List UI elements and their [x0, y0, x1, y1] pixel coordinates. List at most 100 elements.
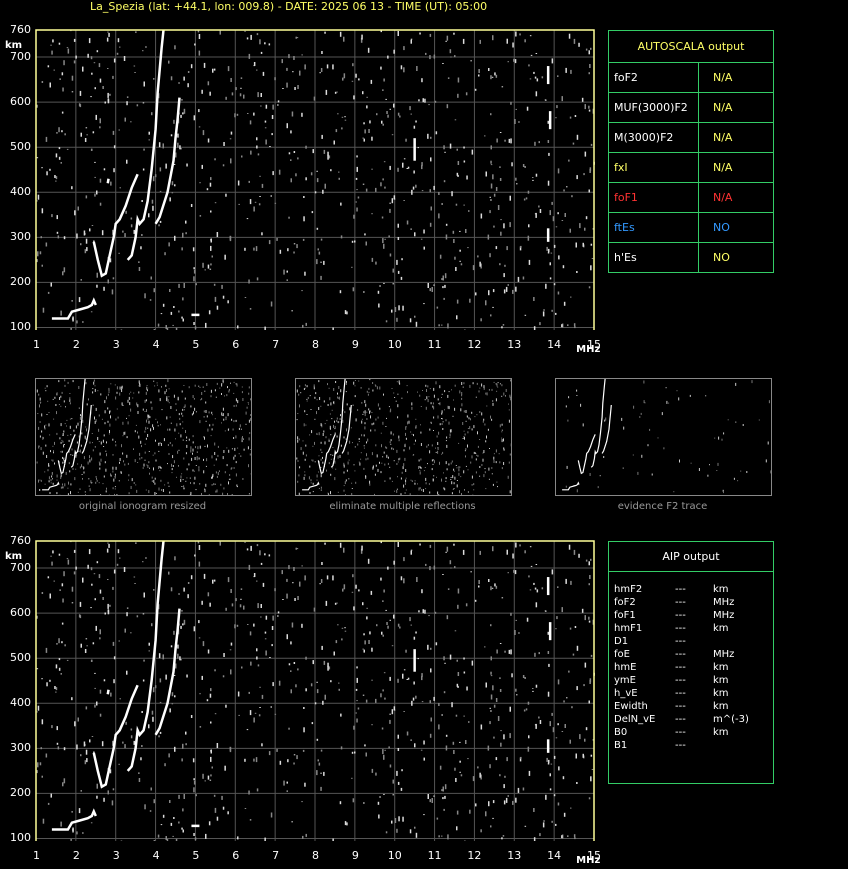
thumb-noise-echo — [226, 464, 228, 467]
thumb-noise-echo — [152, 424, 154, 428]
bottom-noise-echo — [410, 549, 413, 551]
bottom-noise-echo — [222, 675, 225, 678]
top-noise-echo — [528, 224, 530, 228]
bottom-noise-echo — [485, 811, 487, 817]
bottom-noise-echo — [148, 642, 150, 646]
top-noise-echo — [566, 186, 568, 188]
thumb-noise-echo — [476, 454, 478, 456]
thumb-noise-echo — [361, 418, 363, 420]
top-noise-echo — [95, 114, 97, 120]
thumb-noise-echo — [501, 431, 503, 433]
top-noise-echo — [553, 283, 556, 286]
top-noise-echo — [304, 64, 306, 70]
thumb-noise-echo — [479, 411, 481, 413]
thumb-noise-echo — [183, 385, 185, 386]
thumb-noise-echo — [115, 444, 117, 447]
top-noise-echo — [548, 248, 550, 252]
top-noise-echo — [119, 46, 121, 48]
top-noise-echo — [397, 223, 399, 228]
thumb-noise-echo — [566, 465, 568, 469]
bottom-noise-echo — [503, 800, 506, 805]
thumb-noise-echo — [223, 487, 225, 490]
top-noise-echo — [182, 297, 184, 301]
bottom-noise-echo — [64, 644, 66, 647]
top-noise-echo — [302, 324, 304, 328]
thumb-noise-echo — [98, 441, 100, 442]
top-noise-echo — [551, 58, 554, 64]
thumb-noise-echo — [175, 409, 177, 411]
top-noise-echo — [198, 34, 201, 39]
thumb-noise-echo — [492, 483, 494, 486]
thumb-noise-echo — [56, 432, 58, 435]
top-noise-echo — [507, 61, 509, 63]
thumb-noise-echo — [429, 388, 431, 390]
thumb-noise-echo — [153, 467, 154, 471]
top-noise-echo — [286, 279, 288, 281]
top-noise-echo — [457, 77, 460, 83]
top-noise-echo — [394, 307, 397, 312]
bottom-noise-echo — [442, 797, 444, 800]
thumb-noise-echo — [446, 444, 448, 448]
top-noise-echo — [397, 167, 399, 172]
bottom-noise-echo — [453, 750, 455, 754]
top-noise-echo — [551, 201, 553, 205]
thumb-noise-echo — [65, 406, 66, 408]
thumb-noise-echo — [51, 472, 53, 476]
bottom-noise-echo — [162, 654, 164, 660]
thumb-noise-echo — [352, 404, 354, 406]
thumb-noise-echo — [154, 492, 156, 495]
thumb-noise-echo — [467, 428, 469, 429]
top-noise-echo — [52, 39, 54, 43]
bottom-noise-echo — [384, 749, 386, 751]
thumb-noise-echo — [491, 467, 493, 469]
top-noise-echo — [76, 233, 78, 239]
bottom-noise-echo — [409, 617, 411, 622]
thumb-noise-echo — [679, 459, 680, 463]
thumb-noise-echo — [347, 461, 349, 465]
top-noise-echo — [584, 227, 586, 231]
thumb-noise-echo — [133, 482, 135, 484]
top-noise-echo — [181, 247, 183, 251]
bottom-noise-echo — [562, 776, 565, 780]
bottom-noise-echo — [313, 607, 316, 612]
top-noise-echo — [380, 66, 382, 70]
top-noise-echo — [429, 33, 432, 37]
bottom-noise-echo — [582, 753, 584, 758]
thumb-noise-echo — [370, 429, 372, 432]
thumb-noise-echo — [311, 430, 313, 434]
thumb-noise-echo — [182, 427, 184, 429]
thumb-noise-echo — [178, 413, 180, 416]
top-noise-echo — [449, 49, 452, 54]
bottom-noise-echo — [423, 740, 425, 745]
top-noise-echo — [493, 225, 495, 228]
thumb-noise-echo — [250, 414, 251, 416]
top-noise-echo — [61, 130, 63, 133]
thumb-noise-echo — [198, 385, 200, 387]
thumb-noise-echo — [39, 397, 41, 401]
thumb-noise-echo — [405, 426, 407, 430]
top-noise-echo — [244, 247, 246, 251]
thumb-noise-echo — [81, 464, 82, 468]
bottom-noise-echo — [465, 740, 467, 744]
top-noise-echo — [237, 180, 240, 186]
top-noise-echo — [107, 31, 109, 33]
thumb-noise-echo — [46, 385, 48, 388]
thumb-noise-echo — [473, 483, 475, 486]
bottom-noise-echo — [202, 773, 204, 779]
thumb-noise-echo — [75, 425, 77, 429]
thumb-noise-echo — [368, 408, 370, 411]
top-noise-echo — [118, 252, 120, 254]
top-noise-echo — [186, 163, 188, 167]
thumb-noise-echo — [471, 475, 473, 479]
thumb-noise-echo — [124, 463, 126, 466]
top-noise-echo — [40, 236, 42, 239]
thumb-noise-echo — [77, 491, 79, 493]
bottom-noise-echo — [299, 581, 301, 587]
bottom-x-tick-label: 8 — [312, 849, 319, 862]
top-noise-echo — [177, 133, 179, 138]
bottom-noise-echo — [178, 593, 180, 595]
top-noise-echo — [588, 72, 590, 75]
top-noise-echo — [210, 210, 212, 213]
top-noise-echo — [254, 201, 257, 203]
bottom-noise-echo — [516, 694, 518, 696]
